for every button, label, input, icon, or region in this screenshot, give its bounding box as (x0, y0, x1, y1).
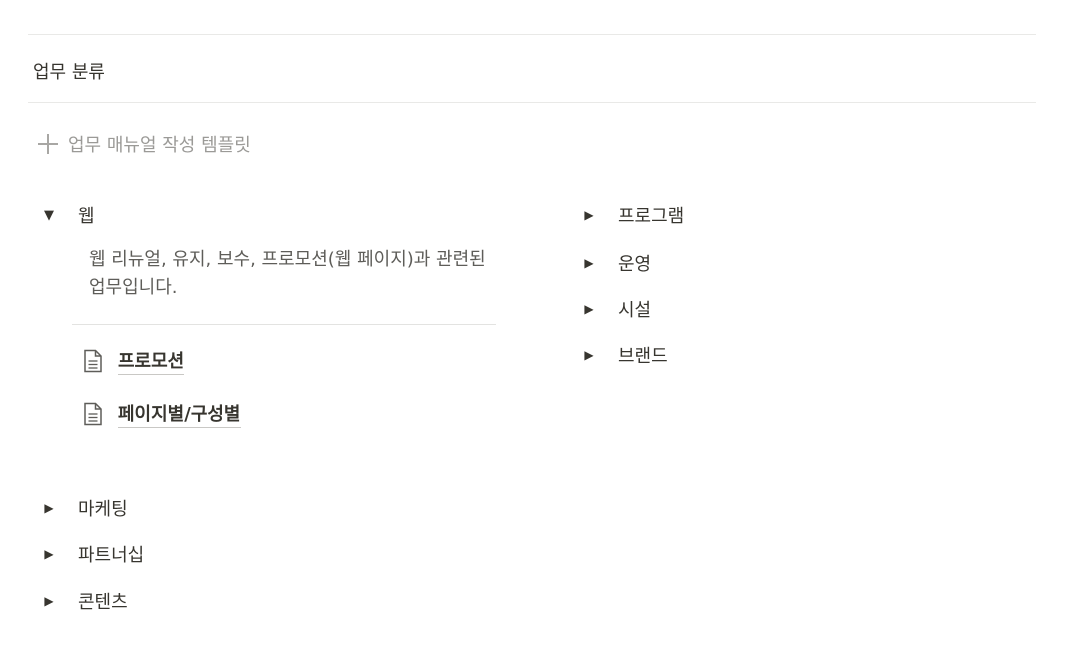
toggle-title: 웹 (78, 206, 95, 227)
new-template-label: 업무 매뉴얼 작성 템플릿 (68, 135, 251, 156)
toggle-contents[interactable]: ▶ 콘텐츠 (40, 588, 128, 614)
toggle-title: 브랜드 (618, 346, 668, 367)
toggle-title: 파트너십 (78, 545, 145, 566)
toggle-brand[interactable]: ▶ 브랜드 (580, 342, 668, 368)
toggle-title: 마케팅 (78, 499, 128, 520)
toggle-title: 프로그램 (618, 206, 685, 227)
top-divider (28, 34, 1036, 35)
page-link-label[interactable]: 페이지별/구성별 (118, 400, 241, 428)
triangle-right-icon[interactable]: ▶ (580, 348, 598, 362)
toggle-title: 운영 (618, 254, 652, 275)
triangle-right-icon[interactable]: ▶ (40, 594, 58, 608)
toggle-description: 웹 리뉴얼, 유지, 보수, 프로모션(웹 페이지)과 관련된 업무입니다. (89, 249, 486, 298)
document-icon (84, 349, 102, 373)
page-link-promotion[interactable]: 프로모션 (82, 347, 185, 375)
toggle-operations[interactable]: ▶ 운영 (580, 250, 651, 276)
triangle-right-icon[interactable]: ▶ (40, 547, 58, 561)
toggle-marketing[interactable]: ▶ 마케팅 (40, 495, 128, 521)
heading-divider (28, 102, 1036, 103)
toggle-web[interactable]: ▼ 웹 (40, 202, 95, 228)
inner-divider (72, 324, 496, 325)
toggle-title: 콘텐츠 (78, 592, 128, 613)
triangle-right-icon[interactable]: ▶ (580, 208, 598, 222)
triangle-right-icon[interactable]: ▶ (40, 501, 58, 515)
section-heading: 업무 분류 (33, 62, 105, 83)
triangle-down-icon[interactable]: ▼ (40, 208, 58, 223)
toggle-program[interactable]: ▶ 프로그램 (580, 202, 684, 228)
new-template-button[interactable]: 업무 매뉴얼 작성 템플릿 (38, 131, 251, 157)
document-icon (84, 402, 102, 426)
page-link-label[interactable]: 프로모션 (118, 347, 185, 375)
triangle-right-icon[interactable]: ▶ (580, 302, 598, 316)
triangle-right-icon[interactable]: ▶ (580, 256, 598, 270)
plus-icon (38, 134, 58, 154)
page-link-by-page[interactable]: 페이지별/구성별 (82, 400, 241, 428)
toggle-partnership[interactable]: ▶ 파트너십 (40, 541, 144, 567)
toggle-facilities[interactable]: ▶ 시설 (580, 296, 651, 322)
toggle-title: 시설 (618, 300, 652, 321)
